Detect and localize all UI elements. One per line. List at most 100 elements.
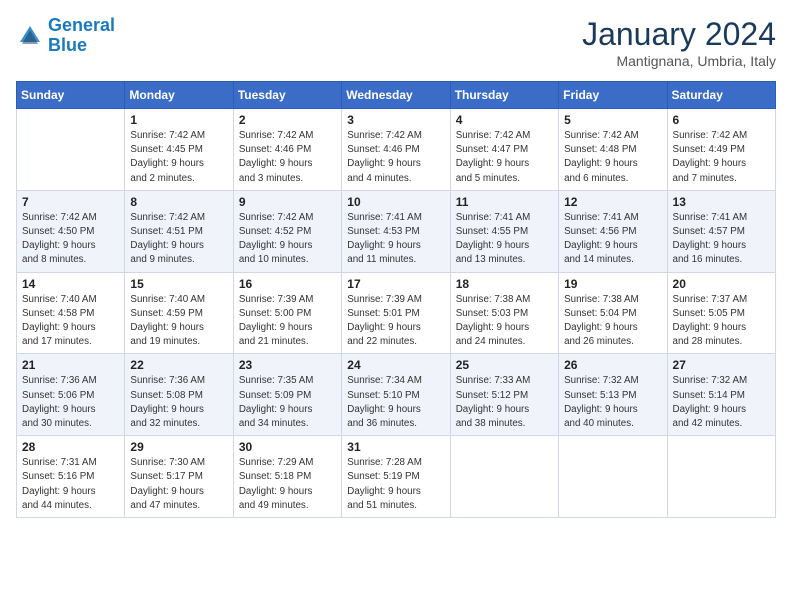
calendar-day-cell: 13 Sunrise: 7:41 AM Sunset: 4:57 PM Dayli… (667, 190, 775, 272)
calendar-header-cell: Sunday (17, 82, 125, 109)
day-number: 17 (347, 277, 444, 291)
calendar-day-cell: 10Sunrise: 7:41 AM Sunset: 4:53 PM Dayli… (342, 190, 450, 272)
day-info: Sunrise: 7:38 AM Sunset: 5:04 PM Dayligh… (564, 293, 661, 350)
logo-blue: Blue (48, 35, 87, 55)
logo-icon (16, 22, 44, 50)
logo: General Blue (16, 16, 115, 56)
calendar-day-cell: 21 Sunrise: 7:36 AM Sunset: 5:06 PM Dayli… (17, 354, 125, 436)
calendar-day-cell: 2 Sunrise: 7:42 AM Sunset: 4:46 PM Daylig… (233, 109, 341, 191)
calendar-week-row: 7 Sunrise: 7:42 AM Sunset: 4:50 PM Daylig… (17, 190, 776, 272)
day-number: 27 (673, 358, 770, 372)
calendar-table: SundayMondayTuesdayWednesdayThursdayFrid… (16, 81, 776, 518)
calendar-header-cell: Thursday (450, 82, 558, 109)
day-info: Sunrise: 7:32 AM Sunset: 5:14 PM Dayligh… (673, 374, 770, 431)
day-info: Sunrise: 7:36 AM Sunset: 5:08 PM Dayligh… (130, 374, 227, 431)
day-info: Sunrise: 7:30 AM Sunset: 5:17 PM Dayligh… (130, 456, 227, 513)
day-number: 9 (239, 195, 336, 209)
calendar-week-row: 14 Sunrise: 7:40 AM Sunset: 4:58 PM Dayli… (17, 272, 776, 354)
location-subtitle: Mantignana, Umbria, Italy (582, 53, 776, 69)
calendar-day-cell: 20 Sunrise: 7:37 AM Sunset: 5:05 PM Dayli… (667, 272, 775, 354)
day-info: Sunrise: 7:42 AM Sunset: 4:50 PM Dayligh… (22, 211, 119, 268)
day-number: 29 (130, 440, 227, 454)
calendar-day-cell: 19 Sunrise: 7:38 AM Sunset: 5:04 PM Dayli… (559, 272, 667, 354)
day-number: 20 (673, 277, 770, 291)
day-number: 7 (22, 195, 119, 209)
day-number: 14 (22, 277, 119, 291)
day-info: Sunrise: 7:38 AM Sunset: 5:03 PM Dayligh… (456, 293, 553, 350)
calendar-week-row: 1 Sunrise: 7:42 AM Sunset: 4:45 PM Daylig… (17, 109, 776, 191)
calendar-body: 1 Sunrise: 7:42 AM Sunset: 4:45 PM Daylig… (17, 109, 776, 518)
day-info: Sunrise: 7:41 AM Sunset: 4:55 PM Dayligh… (456, 211, 553, 268)
calendar-day-cell: 25 Sunrise: 7:33 AM Sunset: 5:12 PM Dayli… (450, 354, 558, 436)
day-info: Sunrise: 7:42 AM Sunset: 4:51 PM Dayligh… (130, 211, 227, 268)
day-number: 19 (564, 277, 661, 291)
day-info: Sunrise: 7:42 AM Sunset: 4:45 PM Dayligh… (130, 129, 227, 186)
calendar-day-cell: 4 Sunrise: 7:42 AM Sunset: 4:47 PM Daylig… (450, 109, 558, 191)
day-number: 1 (130, 113, 227, 127)
day-info: Sunrise: 7:42 AM Sunset: 4:49 PM Dayligh… (673, 129, 770, 186)
calendar-day-cell: 26Sunrise: 7:32 AM Sunset: 5:13 PM Dayli… (559, 354, 667, 436)
calendar-day-cell: 7 Sunrise: 7:42 AM Sunset: 4:50 PM Daylig… (17, 190, 125, 272)
calendar-day-cell: 6 Sunrise: 7:42 AM Sunset: 4:49 PM Daylig… (667, 109, 775, 191)
day-info: Sunrise: 7:41 AM Sunset: 4:56 PM Dayligh… (564, 211, 661, 268)
day-number: 3 (347, 113, 444, 127)
day-number: 4 (456, 113, 553, 127)
calendar-day-cell: 30Sunrise: 7:29 AM Sunset: 5:18 PM Dayli… (233, 436, 341, 518)
day-number: 23 (239, 358, 336, 372)
day-info: Sunrise: 7:36 AM Sunset: 5:06 PM Dayligh… (22, 374, 119, 431)
day-number: 28 (22, 440, 119, 454)
day-info: Sunrise: 7:42 AM Sunset: 4:48 PM Dayligh… (564, 129, 661, 186)
day-number: 31 (347, 440, 444, 454)
day-info: Sunrise: 7:39 AM Sunset: 5:01 PM Dayligh… (347, 293, 444, 350)
day-number: 2 (239, 113, 336, 127)
day-number: 16 (239, 277, 336, 291)
day-info: Sunrise: 7:34 AM Sunset: 5:10 PM Dayligh… (347, 374, 444, 431)
calendar-day-cell: 3 Sunrise: 7:42 AM Sunset: 4:46 PM Daylig… (342, 109, 450, 191)
day-number: 22 (130, 358, 227, 372)
calendar-header-cell: Saturday (667, 82, 775, 109)
day-info: Sunrise: 7:40 AM Sunset: 4:58 PM Dayligh… (22, 293, 119, 350)
day-info: Sunrise: 7:29 AM Sunset: 5:18 PM Dayligh… (239, 456, 336, 513)
day-info: Sunrise: 7:39 AM Sunset: 5:00 PM Dayligh… (239, 293, 336, 350)
day-number: 21 (22, 358, 119, 372)
day-info: Sunrise: 7:41 AM Sunset: 4:57 PM Dayligh… (673, 211, 770, 268)
logo-general: General (48, 15, 115, 35)
day-number: 26 (564, 358, 661, 372)
calendar-day-cell: 18 Sunrise: 7:38 AM Sunset: 5:03 PM Dayli… (450, 272, 558, 354)
month-title: January 2024 (582, 16, 776, 53)
day-number: 10 (347, 195, 444, 209)
day-number: 15 (130, 277, 227, 291)
page-header: General Blue January 2024 Mantignana, Um… (16, 16, 776, 69)
calendar-day-cell: 12 Sunrise: 7:41 AM Sunset: 4:56 PM Dayli… (559, 190, 667, 272)
day-number: 25 (456, 358, 553, 372)
calendar-day-cell: 1 Sunrise: 7:42 AM Sunset: 4:45 PM Daylig… (125, 109, 233, 191)
title-section: January 2024 Mantignana, Umbria, Italy (582, 16, 776, 69)
day-info: Sunrise: 7:40 AM Sunset: 4:59 PM Dayligh… (130, 293, 227, 350)
day-number: 11 (456, 195, 553, 209)
calendar-day-cell: 17 Sunrise: 7:39 AM Sunset: 5:01 PM Dayli… (342, 272, 450, 354)
calendar-day-cell (17, 109, 125, 191)
day-number: 12 (564, 195, 661, 209)
day-number: 8 (130, 195, 227, 209)
day-info: Sunrise: 7:42 AM Sunset: 4:46 PM Dayligh… (347, 129, 444, 186)
day-info: Sunrise: 7:42 AM Sunset: 4:46 PM Dayligh… (239, 129, 336, 186)
calendar-header-cell: Tuesday (233, 82, 341, 109)
calendar-day-cell: 22 Sunrise: 7:36 AM Sunset: 5:08 PM Dayli… (125, 354, 233, 436)
day-number: 24 (347, 358, 444, 372)
calendar-day-cell (450, 436, 558, 518)
logo-text: General Blue (48, 16, 115, 56)
day-info: Sunrise: 7:37 AM Sunset: 5:05 PM Dayligh… (673, 293, 770, 350)
calendar-day-cell: 28 Sunrise: 7:31 AM Sunset: 5:16 PM Dayli… (17, 436, 125, 518)
calendar-day-cell: 9 Sunrise: 7:42 AM Sunset: 4:52 PM Daylig… (233, 190, 341, 272)
calendar-day-cell: 29 Sunrise: 7:30 AM Sunset: 5:17 PM Dayli… (125, 436, 233, 518)
day-info: Sunrise: 7:42 AM Sunset: 4:47 PM Dayligh… (456, 129, 553, 186)
day-info: Sunrise: 7:42 AM Sunset: 4:52 PM Dayligh… (239, 211, 336, 268)
day-number: 13 (673, 195, 770, 209)
calendar-day-cell: 31Sunrise: 7:28 AM Sunset: 5:19 PM Dayli… (342, 436, 450, 518)
day-number: 6 (673, 113, 770, 127)
day-number: 18 (456, 277, 553, 291)
day-info: Sunrise: 7:31 AM Sunset: 5:16 PM Dayligh… (22, 456, 119, 513)
day-info: Sunrise: 7:33 AM Sunset: 5:12 PM Dayligh… (456, 374, 553, 431)
calendar-header-cell: Monday (125, 82, 233, 109)
calendar-day-cell: 16 Sunrise: 7:39 AM Sunset: 5:00 PM Dayli… (233, 272, 341, 354)
